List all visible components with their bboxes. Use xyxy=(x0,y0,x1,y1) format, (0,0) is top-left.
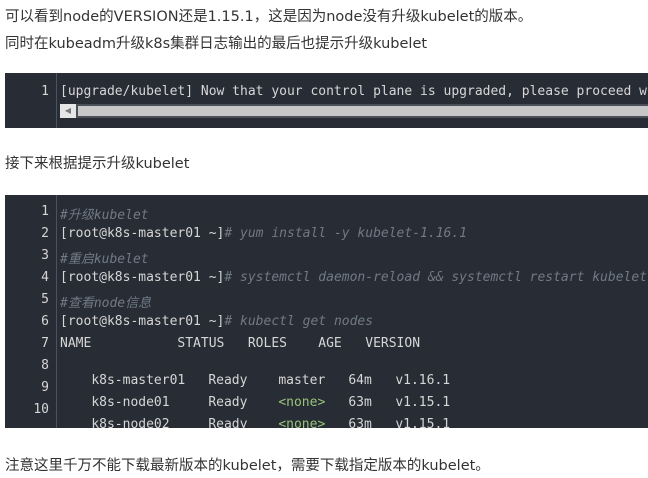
shell-prompt: [root@k8s-master01 ~] xyxy=(60,226,225,241)
gutter-divider xyxy=(56,195,57,428)
shell-prompt: [root@k8s-master01 ~] xyxy=(60,270,225,285)
horizontal-scrollbar[interactable]: ◀ xyxy=(60,104,648,118)
code-comment: # yum install -y kubelet-1.16.1 xyxy=(224,226,468,241)
code-comment: #升级kubelet xyxy=(60,208,149,223)
node-status: Ready xyxy=(208,417,248,428)
line-number: 4 xyxy=(41,270,49,285)
paragraph-node-version: 可以看到node的VERSION还是1.15.1，这是因为node没有升级kub… xyxy=(5,9,533,25)
code-block-upgrade-output: 1 [upgrade/kubelet] Now that your contro… xyxy=(5,73,648,128)
line-number: 9 xyxy=(41,380,49,395)
shell-prompt: [root@k8s-master01 ~] xyxy=(60,314,225,329)
node-age: 63m xyxy=(348,417,372,428)
line-number: 7 xyxy=(41,336,49,351)
code-line: [upgrade/kubelet] Now that your control … xyxy=(60,84,648,99)
line-number: 5 xyxy=(41,292,49,307)
gutter-divider xyxy=(56,73,57,128)
paragraph-version-warning: 注意这里千万不能下载最新版本的kubelet，需要下载指定版本的kubelet。 xyxy=(5,458,490,474)
line-number: 1 xyxy=(41,84,49,99)
code-line: [root@k8s-master01 ~]# systemctl daemon-… xyxy=(60,270,647,285)
scrollbar-thumb[interactable] xyxy=(78,106,648,116)
code-line: #查看node信息 xyxy=(60,292,151,311)
line-number: 2 xyxy=(41,226,49,241)
code-line: #升级kubelet xyxy=(60,204,149,223)
table-row: k8s-node02 Ready <none> 63m v1.15.1 xyxy=(60,402,450,428)
scroll-left-icon[interactable]: ◀ xyxy=(60,104,76,118)
line-number: 6 xyxy=(41,314,49,329)
line-number: 8 xyxy=(41,358,49,373)
line-number: 1 xyxy=(41,204,49,219)
line-number: 10 xyxy=(33,402,49,417)
line-number: 3 xyxy=(41,248,49,263)
table-header-line: NAME STATUS ROLES AGE VERSION xyxy=(60,336,421,351)
code-comment: #查看node信息 xyxy=(60,296,152,311)
code-line: #重启kubelet xyxy=(60,248,149,267)
code-line: [root@k8s-master01 ~]# yum install -y ku… xyxy=(60,226,467,241)
code-comment: #重启kubelet xyxy=(60,252,149,267)
code-line: [root@k8s-master01 ~]# kubectl get nodes xyxy=(60,314,373,329)
code-block-kubelet-upgrade: 1 2 3 4 5 6 7 8 9 10 #升级kubelet [root@k8… xyxy=(5,195,648,428)
node-version: v1.15.1 xyxy=(395,417,451,428)
code-comment: # kubectl get nodes xyxy=(224,314,374,329)
node-roles: <none> xyxy=(278,417,326,428)
code-comment: # systemctl daemon-reload && systemctl r… xyxy=(224,270,648,285)
paragraph-kubeadm-hint: 同时在kubeadm升级k8s集群日志输出的最后也提示升级kubelet xyxy=(5,36,428,52)
node-name: k8s-node02 xyxy=(91,417,170,428)
paragraph-next-step: 接下来根据提示升级kubelet xyxy=(5,156,190,172)
